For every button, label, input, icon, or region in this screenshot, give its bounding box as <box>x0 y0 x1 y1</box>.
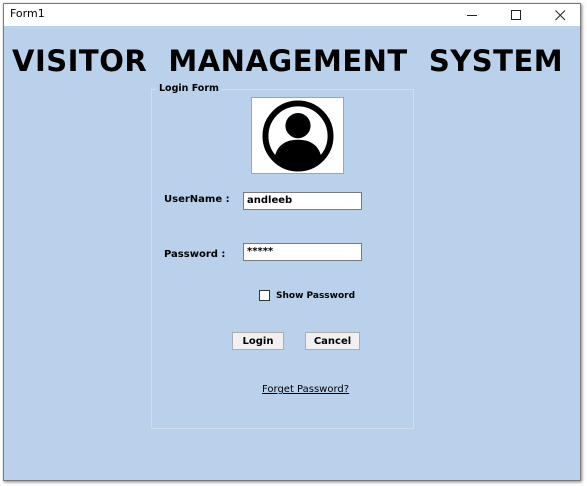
form-window: Form1 VISITOR MANAGEMENT SYSTEM Login Fo… <box>3 3 581 481</box>
app-title: VISITOR MANAGEMENT SYSTEM <box>12 44 564 78</box>
show-password-label[interactable]: Show Password <box>276 291 355 301</box>
avatar-picture <box>251 97 344 174</box>
form-client-area: VISITOR MANAGEMENT SYSTEM Login Form Use… <box>4 26 580 480</box>
minimize-button[interactable] <box>450 4 494 26</box>
username-label: UserName : <box>164 194 230 205</box>
user-avatar-icon <box>261 99 334 172</box>
forget-password-link[interactable]: Forget Password? <box>262 384 349 395</box>
minimize-icon <box>466 14 477 16</box>
close-button[interactable] <box>538 4 582 26</box>
title-bar[interactable]: Form1 <box>4 4 580 26</box>
login-button[interactable]: Login <box>232 332 284 350</box>
username-input[interactable]: andleeb <box>243 192 362 210</box>
close-icon <box>554 9 565 20</box>
cancel-button[interactable]: Cancel <box>305 332 360 350</box>
show-password-checkbox[interactable] <box>259 290 270 301</box>
password-label: Password : <box>164 249 226 260</box>
login-form-label: Login Form <box>156 83 222 94</box>
maximize-icon <box>510 9 521 20</box>
window-title: Form1 <box>10 7 45 20</box>
password-input[interactable]: ***** <box>243 243 362 261</box>
maximize-button[interactable] <box>494 4 538 26</box>
show-password-option[interactable]: Show Password <box>259 290 355 301</box>
